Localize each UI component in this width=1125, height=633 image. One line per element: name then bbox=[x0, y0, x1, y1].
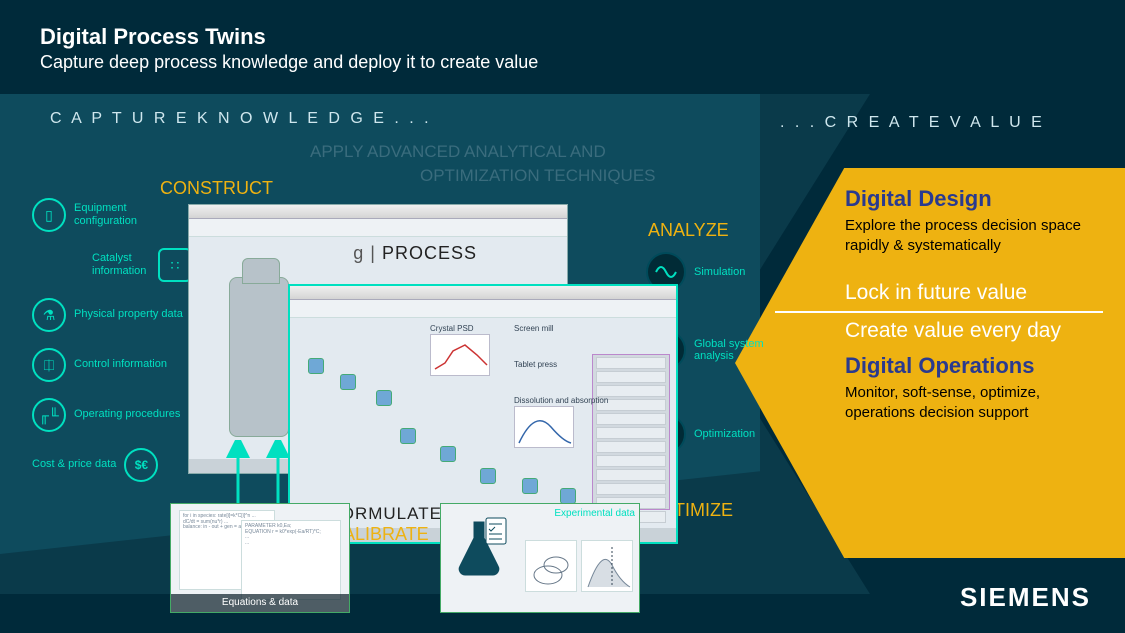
flask-icon: ⚗ bbox=[32, 298, 66, 332]
thumb-equations-and-data: for i in species: rate[i]=k*C[i]^n ...dC… bbox=[170, 503, 350, 613]
input-operating-procedures: ╓╙ Operating procedures bbox=[32, 398, 192, 432]
page-title: Digital Process Twins bbox=[40, 24, 538, 50]
create-value-every-day: Create value every day bbox=[845, 319, 1103, 343]
input-equipment: ▯ Equipment configuration bbox=[32, 198, 192, 232]
lock-in-future-value: Lock in future value bbox=[845, 281, 1103, 305]
input-physical-properties: ⚗ Physical property data bbox=[32, 298, 192, 332]
header: Digital Process Twins Capture deep proce… bbox=[40, 24, 538, 73]
knowledge-inputs: ▯ Equipment configuration Catalyst infor… bbox=[32, 198, 192, 498]
thumb-experimental-data: Experimental data bbox=[440, 503, 640, 613]
procedures-icon: ╓╙ bbox=[32, 398, 66, 432]
label-capture-knowledge: C A P T U R E K N O W L E D G E . . . bbox=[50, 110, 432, 128]
digital-operations-title: Digital Operations bbox=[845, 353, 1103, 379]
digital-design-title: Digital Design bbox=[845, 186, 1103, 212]
reactor-vessel-icon bbox=[229, 277, 289, 437]
input-control-information: ⎅ Control information bbox=[32, 348, 192, 382]
label-create-value: . . . C R E A T E V A L U E bbox=[780, 114, 1045, 132]
catalyst-icon: ∷ bbox=[158, 248, 192, 282]
label-construct: CONSTRUCT bbox=[160, 178, 273, 199]
page-subtitle: Capture deep process knowledge and deplo… bbox=[40, 52, 538, 73]
digital-operations-body: Monitor, soft-sense, optimize, operation… bbox=[845, 383, 1103, 424]
siemens-logo: SIEMENS bbox=[960, 582, 1091, 613]
currency-icon: $€ bbox=[124, 448, 158, 482]
label-analyze: ANALYZE bbox=[648, 220, 729, 241]
label-apply-techniques: APPLY ADVANCED ANALYTICAL AND OPTIMIZATI… bbox=[310, 140, 656, 188]
white-divider bbox=[775, 311, 1103, 313]
gprocess-logo: g | PROCESS bbox=[353, 243, 477, 264]
equipment-icon: ▯ bbox=[32, 198, 66, 232]
control-icon: ⎅ bbox=[32, 348, 66, 382]
input-catalyst: Catalyst information ∷ bbox=[92, 248, 192, 282]
flask-checklist-icon bbox=[447, 510, 517, 592]
digital-design-body: Explore the process decision space rapid… bbox=[845, 216, 1103, 257]
input-cost-data: Cost & price data $€ bbox=[32, 448, 192, 482]
side-panel bbox=[592, 354, 670, 510]
